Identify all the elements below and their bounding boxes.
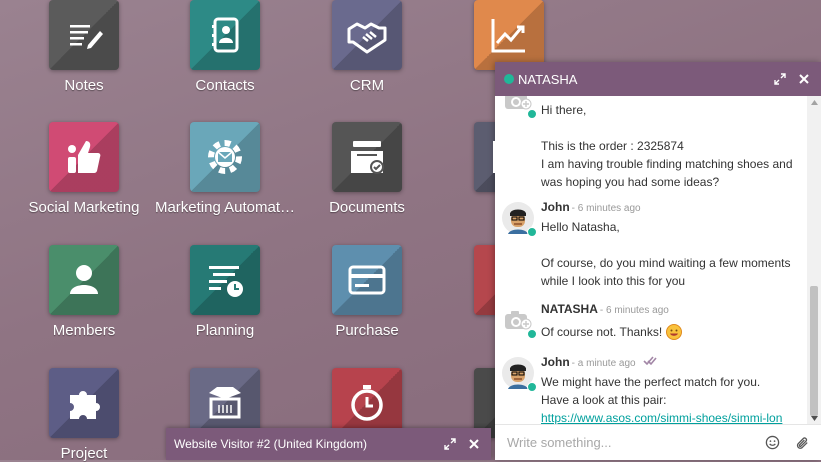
app-tile-planning[interactable]: Planning xyxy=(145,245,305,339)
inventory-icon xyxy=(495,264,523,296)
app-tile-background xyxy=(332,122,402,192)
credit-card-icon xyxy=(348,265,386,295)
app-label: Contacts xyxy=(195,77,255,94)
message-time: - 6 minutes ago xyxy=(599,305,669,316)
notes-icon xyxy=(70,25,103,49)
stopwatch-icon xyxy=(351,385,383,421)
visitor-chat-window[interactable]: Website Visitor #2 (United Kingdom) xyxy=(166,428,491,460)
message-time: - 6 minutes ago xyxy=(571,203,641,214)
smiley-emoji-icon xyxy=(665,324,682,340)
app-tile-background xyxy=(49,122,119,192)
app-label: Project xyxy=(60,445,108,462)
message-text: while I look into this for you xyxy=(541,274,686,288)
message-text: This is the order : 2325874 xyxy=(541,139,684,153)
message-link[interactable]: https://www.asos.com/simmi-shoes/simmi-l… xyxy=(541,411,782,424)
message-time: - a minute ago xyxy=(571,358,636,369)
chat-window-natasha: NATASHA Hi there, This is the order : 23… xyxy=(495,62,821,460)
app-label: Purchase xyxy=(335,322,399,339)
app-tile-contacts[interactable]: Contacts xyxy=(145,0,305,94)
report-icon xyxy=(493,139,527,175)
gear-mail-icon xyxy=(208,140,242,174)
sales-chart-icon xyxy=(491,19,525,53)
message-text: Of course not. Thanks! xyxy=(541,324,682,340)
open-box-icon xyxy=(209,387,241,419)
app-tile-members[interactable]: Members xyxy=(4,245,164,339)
misc-icon xyxy=(495,389,523,417)
app-tile-documents[interactable]: Documents xyxy=(287,122,447,216)
message-author: John - a minute ago xyxy=(541,355,657,369)
scroll-down-icon[interactable] xyxy=(807,412,821,424)
app-label: Marketing Automat… xyxy=(154,199,296,216)
message-text: We might have the perfect match for you. xyxy=(541,375,761,389)
message-text: Hi there, xyxy=(541,103,587,117)
app-tile-purchase[interactable]: Purchase xyxy=(287,245,447,339)
online-dot-icon xyxy=(527,227,537,237)
contacts-icon xyxy=(212,17,239,53)
app-label: Social Marketing xyxy=(28,199,140,216)
app-tile-background xyxy=(190,245,260,315)
app-tile-background xyxy=(332,0,402,70)
close-icon[interactable] xyxy=(465,435,483,453)
message-text: Of course, do you mind waiting a few mom… xyxy=(541,256,791,270)
app-tile-project[interactable]: Project xyxy=(4,368,164,462)
app-tile-background xyxy=(190,122,260,192)
message-text: was hoping you had some ideas? xyxy=(541,175,720,189)
scrollbar-thumb[interactable] xyxy=(810,286,818,416)
online-status-icon xyxy=(504,74,514,84)
app-tile-notes[interactable]: Notes xyxy=(4,0,164,94)
john-avatar xyxy=(502,202,537,237)
puzzle-icon xyxy=(70,391,100,419)
expand-icon[interactable] xyxy=(441,435,459,453)
app-tile-background xyxy=(474,0,544,70)
app-label: Members xyxy=(52,322,116,339)
inbox-tray-icon xyxy=(351,141,384,174)
chat-header[interactable]: NATASHA xyxy=(495,62,821,96)
app-label: Planning xyxy=(195,322,255,339)
chat-thread[interactable]: Hi there, This is the order : 2325874 I … xyxy=(495,96,807,424)
expand-icon[interactable] xyxy=(771,70,789,88)
visitor-chat-title: Website Visitor #2 (United Kingdom) xyxy=(174,437,367,451)
chat-scrollbar[interactable] xyxy=(807,96,821,424)
online-dot-icon xyxy=(527,329,537,339)
paperclip-icon[interactable] xyxy=(791,432,813,454)
close-icon[interactable] xyxy=(795,70,813,88)
chat-title: NATASHA xyxy=(518,71,578,87)
app-tile-background xyxy=(49,245,119,315)
app-tile-background xyxy=(190,0,260,70)
handshake-icon xyxy=(347,22,387,54)
scroll-up-icon[interactable] xyxy=(807,96,821,108)
message-text: Hello Natasha, xyxy=(541,220,620,234)
visitor-avatar xyxy=(502,304,537,339)
app-label: Notes xyxy=(64,77,104,94)
planning-icon xyxy=(209,266,243,297)
app-tile-social-marketing[interactable]: Social Marketing xyxy=(4,122,164,216)
emoji-icon[interactable] xyxy=(761,432,783,454)
app-tile-background xyxy=(49,368,119,438)
chat-composer xyxy=(495,424,821,460)
app-tile-marketing-automat[interactable]: Marketing Automat… xyxy=(145,122,305,216)
message-input[interactable] xyxy=(505,434,753,451)
message-author: NATASHA - 6 minutes ago xyxy=(541,302,669,316)
app-tile-background xyxy=(332,245,402,315)
message-text: Have a look at this pair: xyxy=(541,393,667,407)
app-label: Documents xyxy=(329,199,405,216)
message-author: John - 6 minutes ago xyxy=(541,200,641,214)
app-tile-background xyxy=(49,0,119,70)
app-label: CRM xyxy=(349,77,385,94)
thumbs-up-icon xyxy=(68,141,101,173)
app-tile-crm[interactable]: CRM xyxy=(287,0,447,94)
message-text: I am having trouble finding matching sho… xyxy=(541,157,793,171)
online-dot-icon xyxy=(527,109,537,119)
seen-check-icon xyxy=(643,356,657,366)
member-icon xyxy=(70,265,98,294)
visitor-avatar xyxy=(502,96,537,119)
